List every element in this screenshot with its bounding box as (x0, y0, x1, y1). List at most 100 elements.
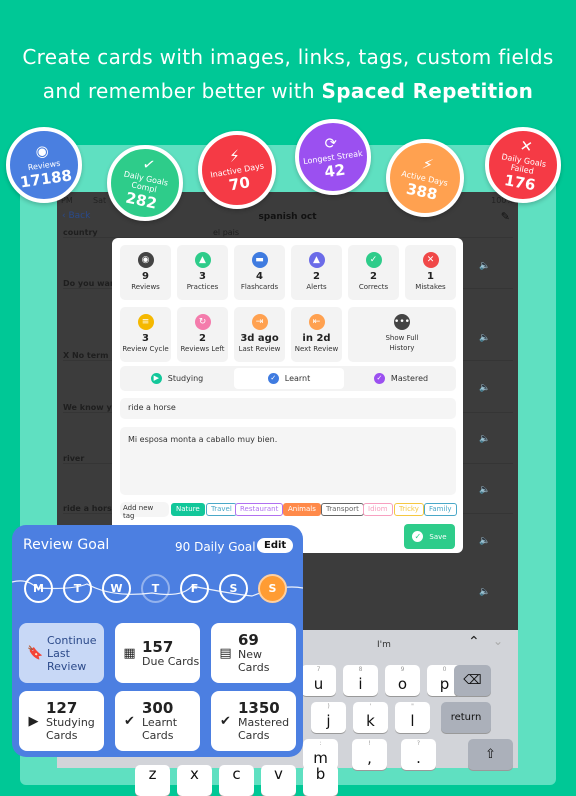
tag-travel[interactable]: Travel (206, 503, 237, 516)
key[interactable]: v (261, 765, 296, 796)
goal-card-mastered-cards[interactable]: ✔ 1350 Mastered Cards (211, 691, 296, 751)
stat-label: Alerts (306, 283, 327, 291)
shift-key[interactable]: ⇧ (468, 739, 513, 770)
chevron-down-icon[interactable]: ⌄ (493, 634, 503, 648)
stat-value: 2 (370, 271, 377, 282)
speaker-icon[interactable]: 🔈 (479, 333, 490, 343)
edit-goal-button[interactable]: Edit (257, 538, 294, 553)
tag-transport[interactable]: Transport (321, 503, 364, 516)
suggestion[interactable]: I'm (377, 640, 391, 650)
return-key[interactable]: return (441, 702, 491, 733)
key[interactable]: ?. (401, 739, 436, 770)
tag-nature[interactable]: Nature (171, 503, 205, 516)
stat-circle-daily-goals-failed: ✕ Daily Goals Failed 176 (485, 127, 561, 203)
day-5[interactable]: S (219, 574, 248, 603)
key-secondary: 8 (358, 666, 363, 673)
day-6[interactable]: S (258, 574, 287, 603)
check-icon: ✓ (412, 531, 424, 542)
segment-mastered[interactable]: ✓ Mastered (346, 368, 456, 389)
edit-icon[interactable]: ✎ (501, 210, 510, 223)
segment-studying[interactable]: ▶ Studying (122, 368, 232, 389)
stat-value: 3d ago (240, 333, 279, 344)
key[interactable]: 9o (385, 665, 420, 696)
stat-label: Reviews Left (180, 345, 225, 353)
check-circle-icon: ✔ (124, 713, 135, 729)
key[interactable]: z (135, 765, 170, 796)
eye-icon: ◉ (137, 252, 154, 268)
speaker-icon[interactable]: 🔈 (479, 261, 490, 271)
key[interactable]: ) j (311, 702, 346, 733)
stat-value: 9 (142, 271, 149, 282)
stat-label: Practices (186, 283, 219, 291)
day-1[interactable]: T (63, 574, 92, 603)
goal-card-continue-last-review[interactable]: 🔖 Continue Last Review (19, 623, 104, 683)
back-field[interactable]: Mi esposa monta a caballo muy bien. (120, 427, 456, 495)
key[interactable]: 7u (301, 665, 336, 696)
stat-label: Reviews (131, 283, 160, 291)
streak-icon: ⟳ (323, 132, 339, 153)
goal-card-new-cards[interactable]: ▤ 69 New Cards (211, 623, 296, 683)
key-label: j (326, 712, 331, 730)
segment-learnt[interactable]: ✓ Learnt (234, 368, 344, 389)
check-icon: ✓ (365, 252, 382, 268)
key-label: l (410, 712, 415, 730)
card-detail-modal: ◉ 9 Reviews ▲ 3 Practices ▬ 4 Flashcards ▲ 2 Alerts… (112, 238, 463, 553)
save-button[interactable]: ✓ Save (404, 524, 455, 549)
goal-card-learnt-cards[interactable]: ✔ 300 Learnt Cards (115, 691, 200, 751)
lightning-icon: ⚡ (420, 153, 436, 174)
key[interactable]: ' k (353, 702, 388, 733)
goal-title: Review Goal (23, 537, 110, 553)
key-secondary: 9 (400, 666, 405, 673)
exit-icon: ⇥ (251, 314, 268, 330)
day-4[interactable]: F (180, 574, 209, 603)
add-tag-button[interactable]: Add new tag (120, 502, 169, 520)
card-count: 300 (142, 699, 174, 717)
card-text: 157 Due Cards (142, 639, 200, 668)
stat-value: 3 (199, 271, 206, 282)
goal-card-studying-cards[interactable]: ▶ 127 Studying Cards (19, 691, 104, 751)
tag-tricky[interactable]: Tricky (394, 503, 424, 516)
list-row[interactable]: country el pais (63, 228, 513, 238)
speaker-icon[interactable]: 🔈 (479, 485, 490, 495)
card-label: New Cards (238, 648, 270, 674)
layers-icon: ≡ (137, 314, 154, 330)
segment-label: Learnt (284, 374, 311, 383)
key-secondary: 7 (316, 666, 321, 673)
stat-circle-daily-goals-compl: ✓ Daily Goals Compl 282 (107, 145, 183, 221)
newspaper-icon: ▤ (219, 645, 232, 661)
backspace-key[interactable]: ⌫ (454, 665, 491, 696)
status-day: Sat (93, 196, 107, 205)
key-label: , (367, 749, 372, 767)
key[interactable]: " l (395, 702, 430, 733)
speaker-icon[interactable]: 🔈 (479, 434, 490, 444)
tag-idiom[interactable]: Idiom (363, 503, 393, 516)
tag-restaurant[interactable]: Restaurant (235, 503, 284, 516)
key[interactable]: b (303, 765, 338, 796)
eye-icon: ◉ (34, 140, 50, 161)
key[interactable]: !, (352, 739, 387, 770)
key[interactable]: 8i (343, 665, 378, 696)
key[interactable]: x (177, 765, 212, 796)
speaker-icon[interactable]: 🔈 (479, 587, 490, 597)
front-field[interactable]: ride a horse (120, 398, 456, 419)
speaker-icon[interactable]: 🔈 (479, 383, 490, 393)
day-0[interactable]: M (24, 574, 53, 603)
stat-value: 2 (199, 333, 206, 344)
stat-label: Mistakes (415, 283, 446, 291)
key[interactable]: c (219, 765, 254, 796)
stat-label: Next Review (294, 345, 339, 353)
tag-animals[interactable]: Animals (283, 503, 321, 516)
tag-family[interactable]: Family (424, 503, 457, 516)
day-2[interactable]: W (102, 574, 131, 603)
day-3[interactable]: T (141, 574, 170, 603)
show-history-button[interactable]: ••• Show Full History (348, 307, 456, 362)
card-count: 127 (46, 699, 78, 717)
key-label: o (397, 675, 408, 693)
row-def: el pais (213, 228, 240, 237)
enter-icon: ⇤ (308, 314, 325, 330)
chevron-up-icon[interactable]: ⌃ (468, 634, 480, 650)
stat-review-cycle: ≡ 3 Review Cycle (120, 307, 171, 362)
row-term: river (63, 454, 85, 463)
speaker-icon[interactable]: 🔈 (479, 536, 490, 546)
goal-card-due-cards[interactable]: ▦ 157 Due Cards (115, 623, 200, 683)
